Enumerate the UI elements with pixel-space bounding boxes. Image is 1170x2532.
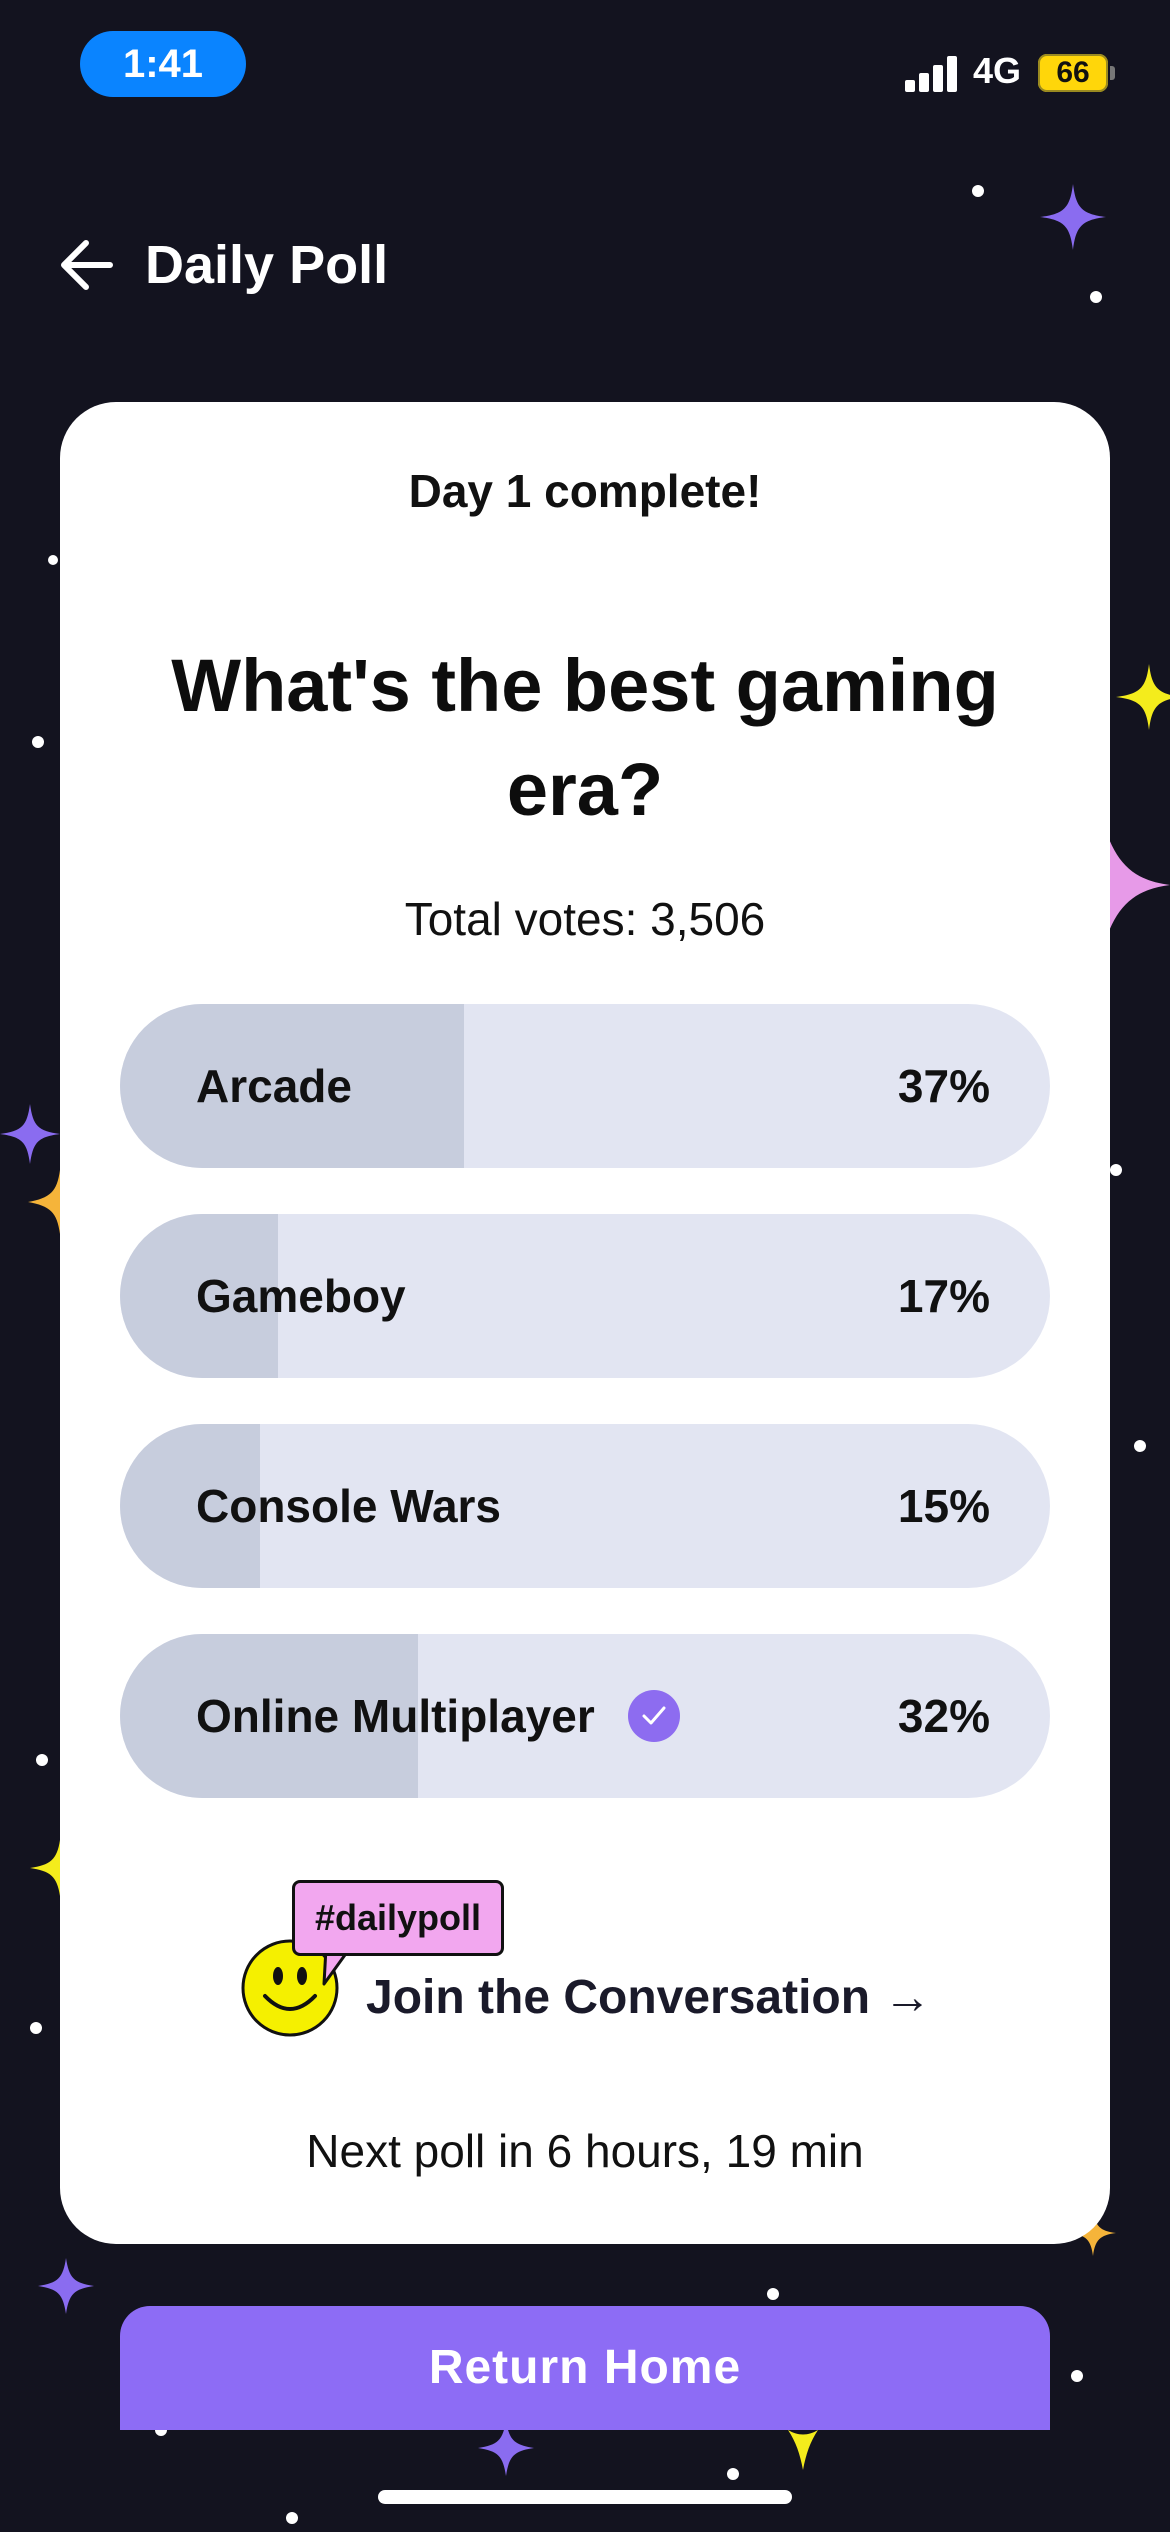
- selected-check-icon: [628, 1690, 680, 1742]
- sparkle-icon: [1100, 810, 1170, 960]
- sparkle-icon: [28, 1170, 60, 1234]
- sparkle-icon: [38, 2258, 94, 2314]
- poll-option-gameboy[interactable]: Gameboy 17%: [120, 1214, 1050, 1378]
- sparkle-icon: [788, 2430, 818, 2470]
- status-time: 1:41: [80, 31, 246, 97]
- star-dot: [48, 555, 58, 565]
- star-dot: [727, 2468, 739, 2480]
- battery-icon: 66: [1038, 54, 1108, 92]
- next-poll-countdown: Next poll in 6 hours, 19 min: [306, 2125, 864, 2177]
- day-complete-label: Day 1 complete!: [408, 465, 762, 517]
- signal-icon: [905, 56, 959, 92]
- option-label: Gameboy: [196, 1270, 406, 1322]
- poll-option-arcade[interactable]: Arcade 37%: [120, 1004, 1050, 1168]
- star-dot: [1134, 1440, 1146, 1452]
- battery-nub: [1110, 66, 1115, 80]
- page-title: Daily Poll: [145, 235, 389, 295]
- home-indicator: [378, 2490, 792, 2504]
- total-votes: Total votes: 3,506: [404, 893, 766, 945]
- star-dot: [32, 736, 44, 748]
- star-dot: [1110, 1164, 1122, 1176]
- poll-question: What's the best gaming era?: [171, 644, 999, 831]
- sparkle-icon: [0, 1104, 60, 1164]
- option-percent: 32%: [897, 1690, 990, 1742]
- join-conversation-label: Join the Conversation →: [366, 1971, 932, 2024]
- join-conversation-link[interactable]: #dailypoll Join the Conversation →: [240, 1880, 1040, 2040]
- poll-option-online-multiplayer[interactable]: Online Multiplayer 32%: [120, 1634, 1050, 1798]
- header: Daily Poll: [0, 220, 1170, 310]
- option-percent: 37%: [897, 1060, 990, 1112]
- option-label: Arcade: [196, 1060, 352, 1112]
- poll-card: Day 1 complete! What's the best gaming e…: [60, 402, 1110, 2244]
- option-label: Console Wars: [196, 1480, 502, 1532]
- star-dot: [972, 185, 984, 197]
- star-dot: [30, 2022, 42, 2034]
- option-label: Online Multiplayer: [196, 1690, 595, 1742]
- poll-option-console-wars[interactable]: Console Wars 15%: [120, 1424, 1050, 1588]
- star-dot: [286, 2512, 298, 2524]
- network-type: 4G: [973, 50, 1022, 91]
- option-percent: 17%: [897, 1270, 990, 1322]
- star-dot: [1071, 2370, 1083, 2382]
- star-dot: [36, 1754, 48, 1766]
- back-arrow-icon[interactable]: [56, 235, 116, 295]
- return-home-button[interactable]: Return Home: [120, 2306, 1050, 2430]
- sparkle-icon: [30, 1840, 60, 1896]
- option-percent: 15%: [897, 1480, 990, 1532]
- status-bar: 1:41 4G 66: [0, 0, 1170, 130]
- sparkle-icon: [1116, 664, 1170, 730]
- hashtag-badge: #dailypoll: [292, 1880, 505, 1956]
- star-dot: [767, 2288, 779, 2300]
